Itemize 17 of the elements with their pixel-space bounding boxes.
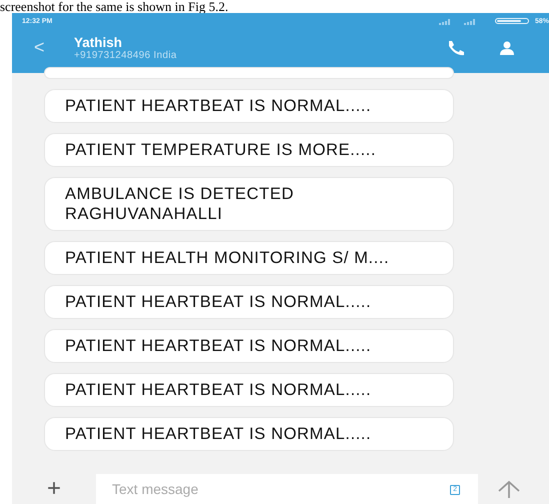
message-bubble: PATIENT HEARTBEAT IS NORMAL.....: [44, 329, 454, 363]
message-bubble: PATIENT HEARTBEAT IS NORMAL.....: [44, 417, 454, 451]
send-icon[interactable]: [496, 480, 522, 498]
message-bubble: PATIENT HEALTH MONITORING S/ M....: [44, 241, 454, 275]
caption-text: screenshot for the same is shown in Fig 5.2.: [0, 0, 228, 13]
message-bubble: AMBULANCE IS DETECTED RAGHUVANAHALLI: [44, 177, 454, 231]
phone-icon[interactable]: [447, 40, 465, 56]
message-bubble: PATIENT HEARTBEAT IS NORMAL.....: [44, 285, 454, 319]
contact-icon[interactable]: [499, 40, 515, 54]
contact-name: Yathish: [74, 34, 124, 50]
battery-icon: [494, 18, 529, 24]
add-button[interactable]: +: [12, 475, 96, 503]
back-button[interactable]: <: [12, 37, 64, 58]
message-bubble: PATIENT HEARTBEAT IS NORMAL.....: [44, 89, 454, 123]
contact-number: +919731248496 India: [74, 50, 178, 60]
message-bubble: PATIENT HEARTBEAT IS NORMAL.....: [44, 373, 454, 407]
message-bubble: PATIENT TEMPERATURE IS MORE.....: [44, 133, 454, 167]
